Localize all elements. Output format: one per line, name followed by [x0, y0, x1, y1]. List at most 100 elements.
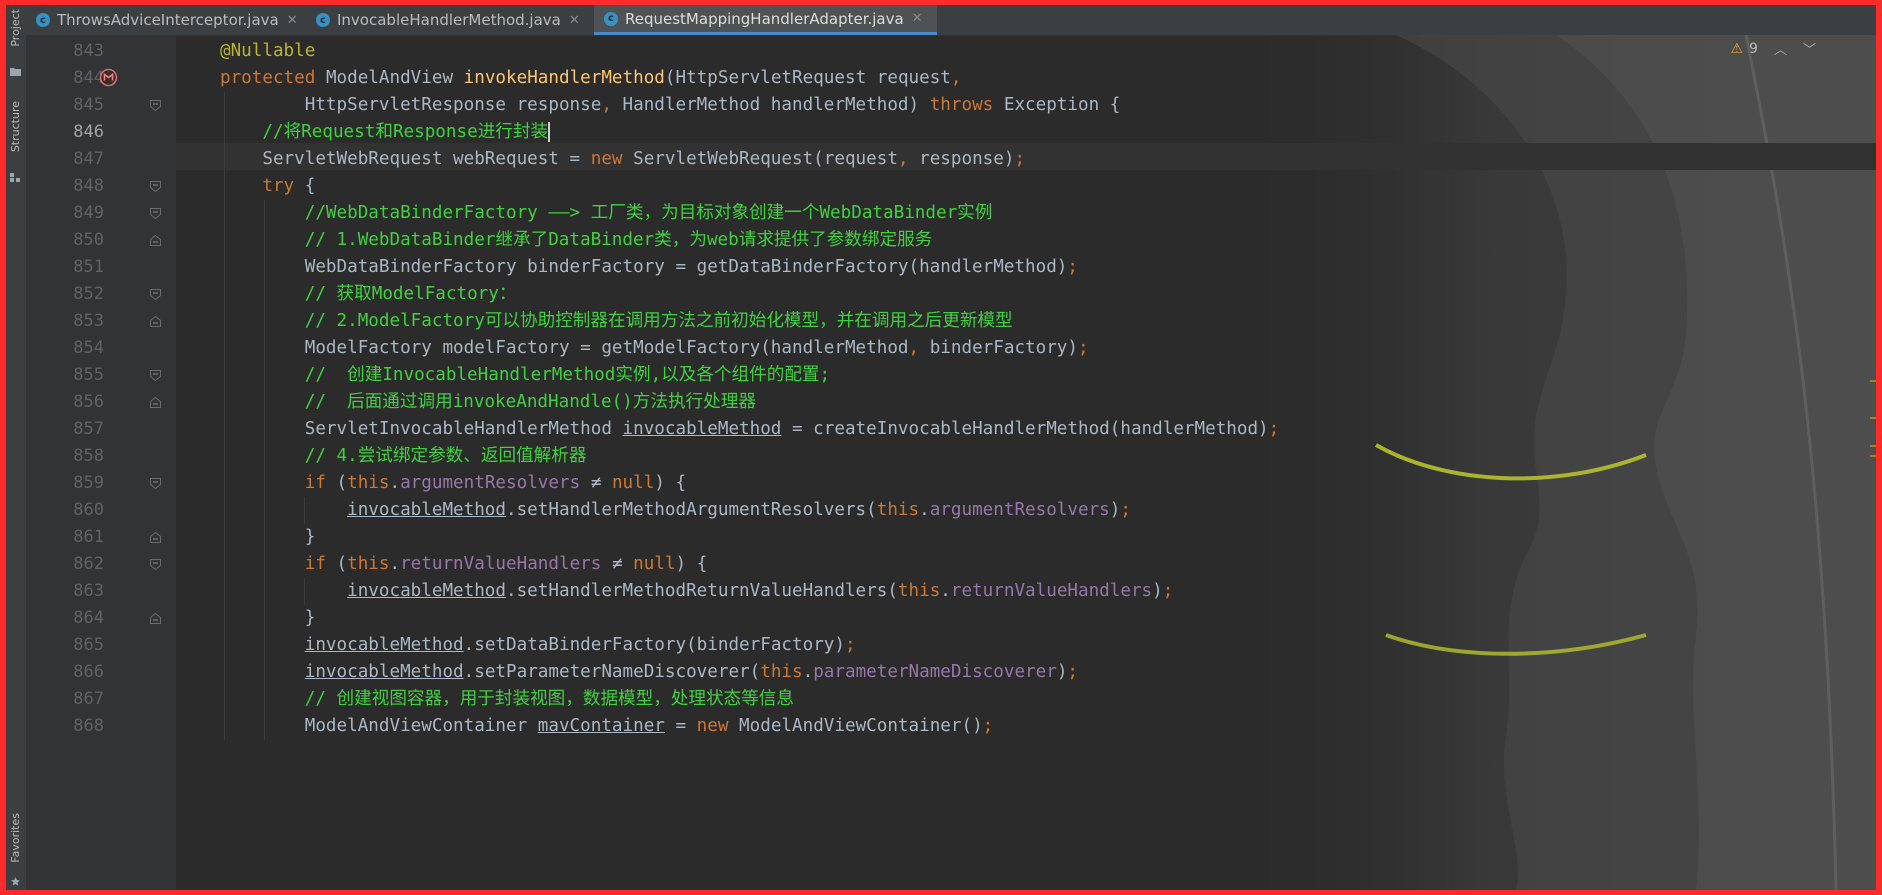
tab-throws-advice-interceptor[interactable]: c ThrowsAdviceInterceptor.java ✕	[36, 5, 298, 35]
code-line[interactable]: try {	[220, 173, 315, 200]
code-line[interactable]: ModelFactory modelFactory = getModelFact…	[220, 335, 1089, 362]
line-number[interactable]: 857	[40, 416, 104, 443]
line-number[interactable]: 861	[40, 524, 104, 551]
code-token: Response	[392, 122, 478, 142]
line-number[interactable]: 847	[40, 146, 104, 173]
error-stripe-mark[interactable]	[1870, 380, 1876, 382]
code-token: 尝试绑定参数、返回值解析器	[357, 446, 587, 466]
line-number[interactable]: 846	[40, 119, 104, 146]
close-icon[interactable]: ✕	[569, 13, 580, 28]
fold-toggle-icon[interactable]	[150, 100, 161, 111]
chevron-down-icon[interactable]: ﹀	[1803, 39, 1816, 58]
code-token: this	[347, 554, 390, 574]
editor-gutter[interactable]: 843 844 845 846 847 848 849 850 851 852 853 854 855 8…	[26, 35, 176, 890]
code-token: =	[664, 716, 697, 736]
line-number[interactable]: 848	[40, 173, 104, 200]
fold-toggle-icon[interactable]	[150, 478, 161, 489]
line-number[interactable]: 867	[40, 686, 104, 713]
override-method-icon[interactable]	[98, 67, 119, 88]
code-token: 请求提供了参数绑定服务	[738, 230, 933, 250]
line-number[interactable]: 858	[40, 443, 104, 470]
code-token: 后面通过调用	[347, 392, 453, 412]
fold-toggle-icon[interactable]	[150, 181, 161, 192]
code-line[interactable]: // 4.尝试绑定参数、返回值解析器	[220, 443, 587, 470]
code-token: )	[1152, 581, 1163, 601]
error-stripe-mark[interactable]	[1870, 455, 1876, 457]
fold-toggle-icon[interactable]	[150, 316, 161, 327]
code-line[interactable]: ServletWebRequest webRequest = new Servl…	[220, 146, 1025, 173]
fold-toggle-icon[interactable]	[150, 208, 161, 219]
line-number[interactable]: 849	[40, 200, 104, 227]
code-token: Exception {	[1003, 95, 1121, 115]
code-token: ;	[1014, 149, 1026, 169]
code-line[interactable]: if (this.argumentResolvers ≠ null) {	[220, 470, 686, 497]
inspection-widget[interactable]: ⚠ 9 ︿ ﹀	[1730, 39, 1816, 59]
code-line[interactable]: if (this.returnValueHandlers ≠ null) {	[220, 551, 708, 578]
line-number[interactable]: 863	[40, 578, 104, 605]
code-line[interactable]: // 后面通过调用invokeAndHandle()方法执行处理器	[220, 389, 756, 416]
fold-toggle-icon[interactable]	[150, 397, 161, 408]
fold-toggle-icon[interactable]	[150, 532, 161, 543]
line-number[interactable]: 854	[40, 335, 104, 362]
code-line[interactable]: }	[220, 524, 316, 551]
code-line[interactable]: //WebDataBinderFactory ——> 工厂类，为目标对象创建一个…	[220, 200, 993, 227]
code-token: ;	[1067, 257, 1078, 277]
code-line[interactable]: invocableMethod.setHandlerMethodReturnVa…	[220, 578, 1173, 605]
code-line[interactable]: invocableMethod.setParameterNameDiscover…	[220, 659, 1078, 686]
line-number[interactable]: 853	[40, 308, 104, 335]
project-tool-button[interactable]: Project	[6, 9, 26, 79]
code-line[interactable]: // 创建视图容器，用于封装视图，数据模型，处理状态等信息	[220, 686, 794, 713]
line-number[interactable]: 850	[40, 227, 104, 254]
line-number[interactable]: 851	[40, 254, 104, 281]
code-line[interactable]: ServletInvocableHandlerMethod invocableM…	[220, 416, 1280, 443]
fold-toggle-icon[interactable]	[150, 289, 161, 300]
close-icon[interactable]: ✕	[287, 13, 298, 28]
line-number[interactable]: 868	[40, 713, 104, 740]
code-line[interactable]: }	[220, 605, 316, 632]
chevron-up-icon[interactable]: ︿	[1774, 39, 1787, 58]
code-line[interactable]: invocableMethod.setDataBinderFactory(bin…	[220, 632, 856, 659]
fold-toggle-icon[interactable]	[150, 613, 161, 624]
structure-tool-button[interactable]: Structure	[6, 101, 26, 191]
code-token: 进行封装	[477, 122, 549, 142]
line-number[interactable]: 855	[40, 362, 104, 389]
fold-toggle-icon[interactable]	[150, 235, 161, 246]
close-icon[interactable]: ✕	[912, 11, 923, 26]
line-number[interactable]: 852	[40, 281, 104, 308]
code-line[interactable]: WebDataBinderFactory binderFactory = get…	[220, 254, 1078, 281]
code-editor[interactable]: @Nullable protected ModelAndView invokeHa…	[176, 35, 1876, 890]
line-number[interactable]: 862	[40, 551, 104, 578]
line-number[interactable]: 859	[40, 470, 104, 497]
code-line[interactable]: protected ModelAndView invokeHandlerMeth…	[220, 65, 962, 92]
code-line[interactable]: // 创建InvocableHandlerMethod实例,以及各个组件的配置;	[220, 362, 830, 389]
line-number[interactable]: 844	[40, 65, 104, 92]
code-token: 继承了	[495, 230, 549, 250]
line-number[interactable]: 864	[40, 605, 104, 632]
error-stripe-mark[interactable]	[1870, 417, 1876, 419]
code-token: @Nullable	[220, 41, 316, 61]
code-token: ;	[1078, 338, 1089, 358]
favorites-tool-button[interactable]: Favorites	[6, 813, 26, 889]
code-token: }	[220, 527, 316, 547]
tab-invocable-handler-method[interactable]: c InvocableHandlerMethod.java ✕	[316, 5, 580, 35]
tab-request-mapping-handler-adapter[interactable]: c RequestMappingHandlerAdapter.java ✕	[594, 5, 937, 35]
line-number[interactable]: 866	[40, 659, 104, 686]
line-number[interactable]: 843	[40, 38, 104, 65]
line-number[interactable]: 845	[40, 92, 104, 119]
fold-toggle-icon[interactable]	[150, 370, 161, 381]
code-line[interactable]: @Nullable	[220, 38, 315, 65]
code-line[interactable]: // 1.WebDataBinder继承了DataBinder类，为web请求提…	[220, 227, 933, 254]
code-line[interactable]: HttpServletResponse response, HandlerMet…	[220, 92, 1121, 119]
code-line[interactable]: //将Request和Response进行封装	[220, 119, 551, 146]
line-number[interactable]: 856	[40, 389, 104, 416]
code-token: invocableMethod	[347, 500, 506, 520]
code-line[interactable]: // 2.ModelFactory可以协助控制器在调用方法之前初始化模型，并在调…	[220, 308, 1013, 335]
error-stripe-mark[interactable]	[1870, 445, 1876, 447]
code-line[interactable]: // 获取ModelFactory：	[220, 281, 517, 308]
code-line[interactable]: ModelAndViewContainer mavContainer = new…	[220, 713, 994, 740]
code-token: 和	[375, 122, 393, 142]
line-number[interactable]: 860	[40, 497, 104, 524]
line-number[interactable]: 865	[40, 632, 104, 659]
code-line[interactable]: invocableMethod.setHandlerMethodArgument…	[220, 497, 1131, 524]
fold-toggle-icon[interactable]	[150, 559, 161, 570]
